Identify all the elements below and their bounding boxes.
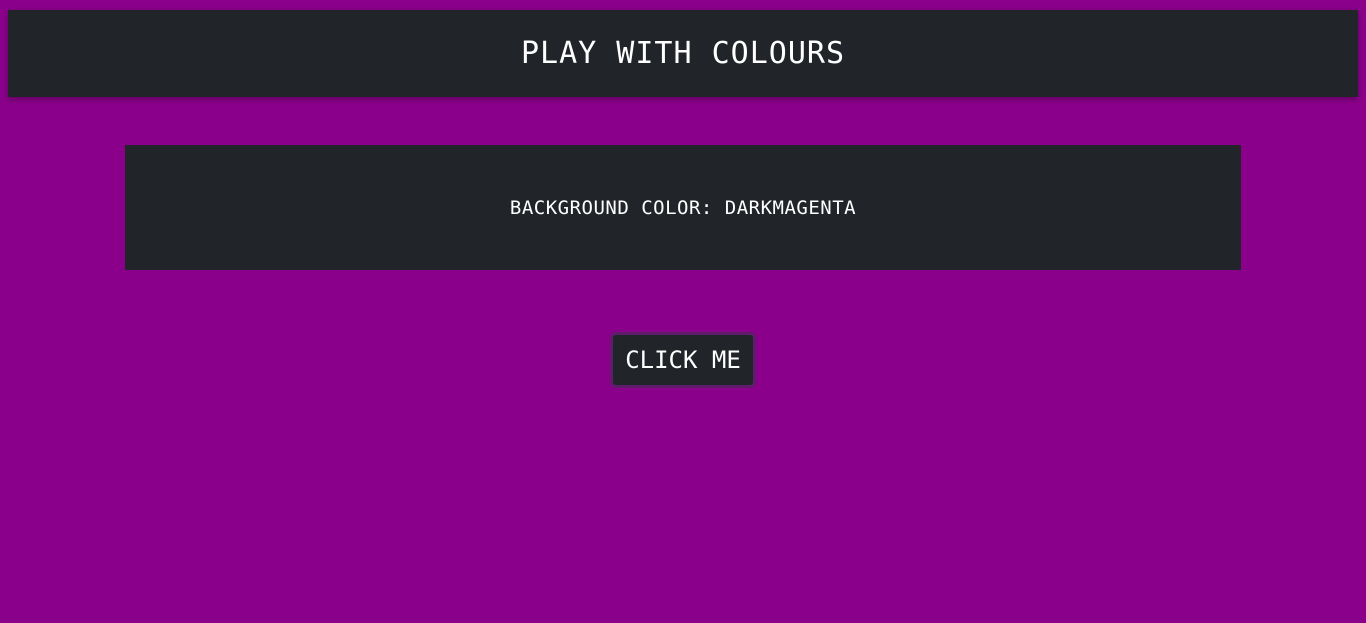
- button-container: CLICK ME: [0, 332, 1366, 388]
- color-info-panel: BACKGROUND COLOR: DARKMAGENTA: [125, 145, 1241, 270]
- background-color-label: BACKGROUND COLOR: DARKMAGENTA: [509, 196, 857, 219]
- page-header: PLAY WITH COLOURS: [8, 10, 1358, 97]
- page-title: PLAY WITH COLOURS: [520, 36, 846, 71]
- click-me-button[interactable]: CLICK ME: [610, 332, 756, 388]
